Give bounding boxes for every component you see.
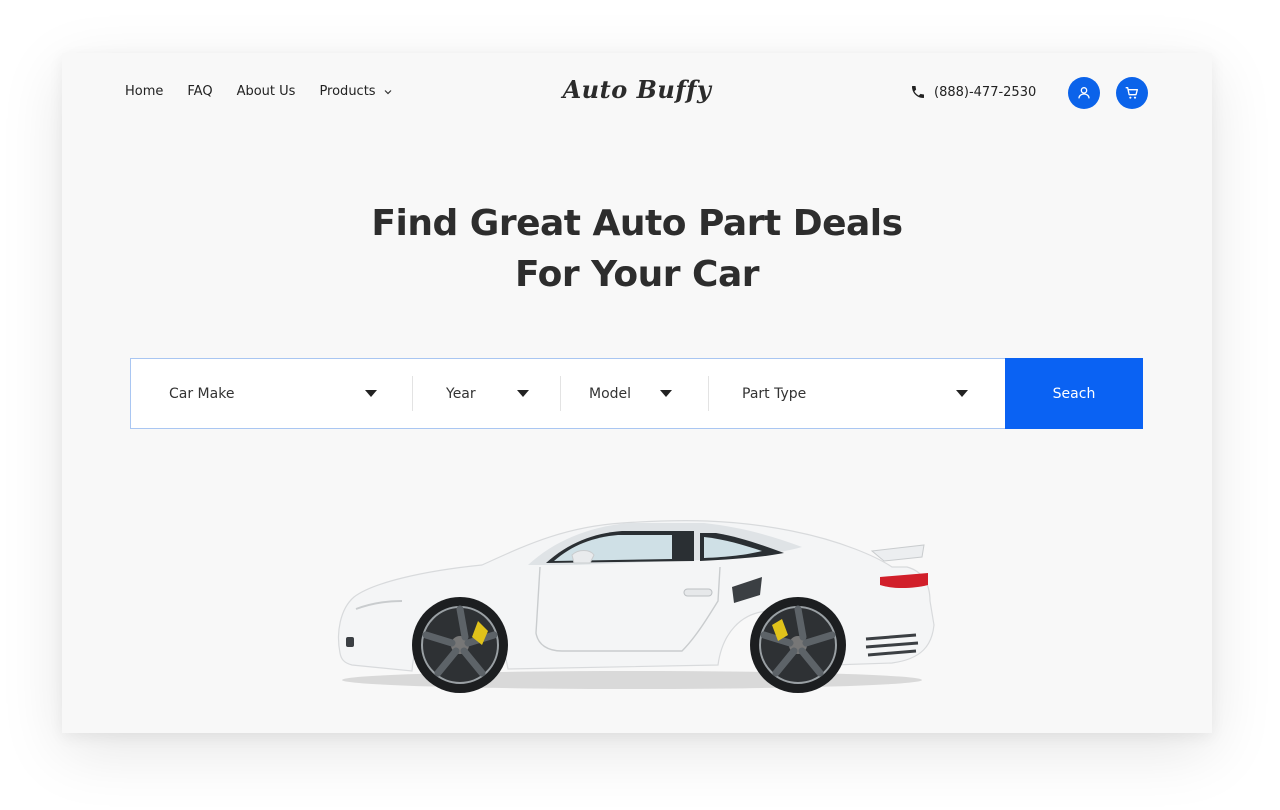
cart-button[interactable]	[1116, 77, 1148, 109]
car-make-select[interactable]: Car Make	[169, 359, 412, 428]
search-bar: Car Make Year Model Part Type	[130, 358, 1143, 429]
sports-car-image	[337, 520, 935, 693]
field-divider	[560, 376, 561, 411]
hero-title-line-1: Find Great Auto Part Deals	[371, 203, 903, 244]
field-divider	[708, 376, 709, 411]
field-divider	[412, 376, 413, 411]
part-type-select[interactable]: Part Type	[742, 359, 972, 428]
user-icon	[1078, 87, 1090, 99]
caret-down-icon[interactable]	[660, 390, 672, 397]
hero-title-line-2: For Your Car	[514, 254, 760, 295]
model-select[interactable]: Model	[589, 359, 707, 428]
caret-down-icon[interactable]	[517, 390, 529, 397]
page-card: Home FAQ About Us Products Auto Buffy (8…	[62, 53, 1212, 733]
caret-down-icon[interactable]	[365, 390, 377, 397]
caret-down-icon[interactable]	[956, 390, 968, 397]
hero-title: Find Great Auto Part Deals For Your Car	[62, 198, 1212, 300]
phone-number[interactable]: (888)-477-2530	[934, 85, 1036, 100]
car-make-label[interactable]: Car Make	[169, 386, 234, 402]
phone-icon	[912, 86, 924, 98]
model-label[interactable]: Model	[589, 386, 631, 402]
part-type-label[interactable]: Part Type	[742, 386, 806, 402]
site-logo[interactable]: Auto Buffy	[62, 75, 1212, 104]
cart-icon	[1125, 87, 1138, 99]
phone-contact[interactable]: (888)-477-2530	[910, 84, 1036, 100]
year-label[interactable]: Year	[446, 386, 476, 402]
year-select[interactable]: Year	[446, 359, 560, 428]
account-button[interactable]	[1068, 77, 1100, 109]
front-wheel	[412, 597, 508, 693]
rear-wheel	[750, 597, 846, 693]
search-button[interactable]: Seach	[1005, 358, 1143, 429]
